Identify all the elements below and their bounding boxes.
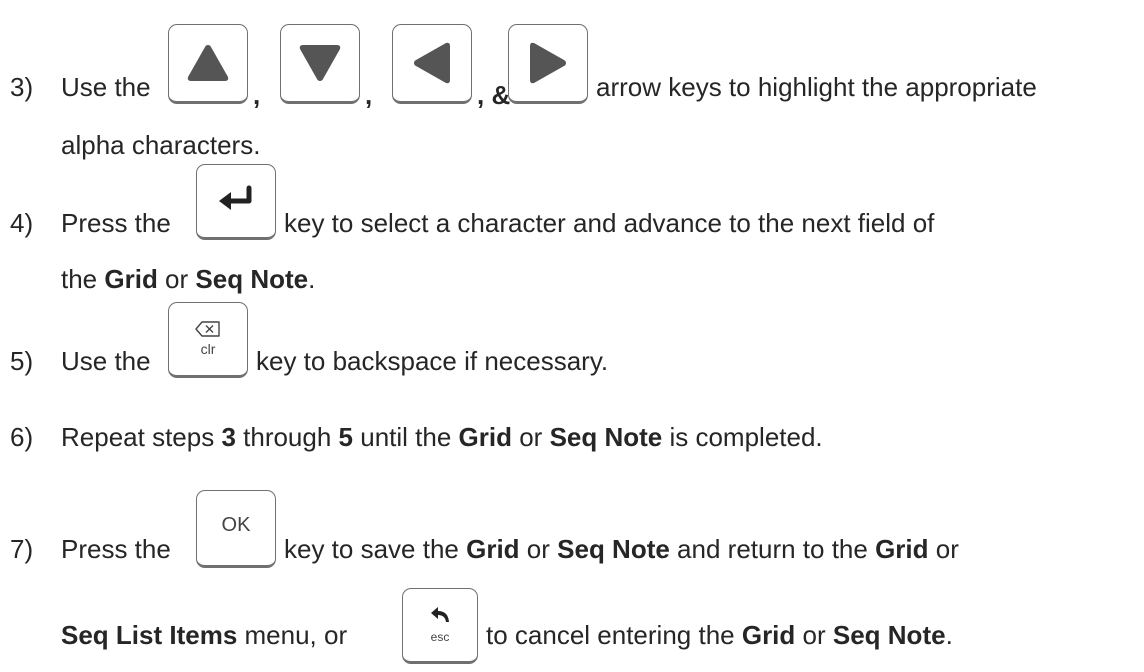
step-text: Press the	[61, 534, 171, 564]
separator: , &	[477, 80, 511, 110]
step-number: 3)	[10, 72, 34, 102]
separator: ,	[365, 80, 373, 110]
separator: ,	[253, 80, 261, 110]
step-text: the Grid or Seq Note.	[61, 264, 316, 294]
step-text: to cancel entering the Grid or Seq Note.	[486, 620, 953, 650]
step-text: Use the	[61, 346, 151, 376]
up-arrow-key	[168, 24, 248, 104]
step-text: key to save the Grid or Seq Note and ret…	[284, 534, 959, 564]
return-arrow-icon	[431, 607, 449, 622]
enter-key	[196, 164, 276, 240]
step-number: 7)	[10, 534, 34, 564]
step-text: Use the	[61, 72, 151, 102]
key-label: clr	[200, 341, 216, 357]
step-text: Press the	[61, 208, 171, 238]
down-arrow-key	[280, 24, 360, 104]
esc-key: esc	[402, 588, 478, 664]
right-arrow-icon	[530, 42, 566, 84]
step-number: 4)	[10, 208, 34, 238]
clear-key: clr	[168, 302, 248, 378]
step-text: arrow keys to highlight the appropriate	[596, 72, 1037, 102]
key-label: esc	[430, 630, 450, 644]
step-text: key to backspace if necessary.	[256, 346, 609, 376]
manual-page: 3) Use the , , , & arrow keys to highlig…	[0, 0, 1144, 672]
down-arrow-icon	[299, 45, 341, 81]
left-arrow-key	[392, 24, 472, 104]
enter-icon	[219, 185, 252, 210]
left-arrow-icon	[414, 42, 450, 84]
key-label: OK	[221, 513, 251, 536]
step-number: 5)	[10, 346, 34, 376]
up-arrow-icon	[187, 45, 229, 81]
step-text: alpha characters.	[61, 130, 261, 160]
step-text: key to select a character and advance to…	[284, 208, 935, 238]
step-text: Repeat steps 3 through 5 until the Grid …	[61, 422, 823, 452]
ok-key: OK	[196, 490, 276, 568]
right-arrow-key	[508, 24, 588, 104]
step-text: Seq List Items menu, or	[61, 620, 348, 650]
backspace-icon	[195, 321, 220, 337]
step-number: 6)	[10, 422, 34, 452]
